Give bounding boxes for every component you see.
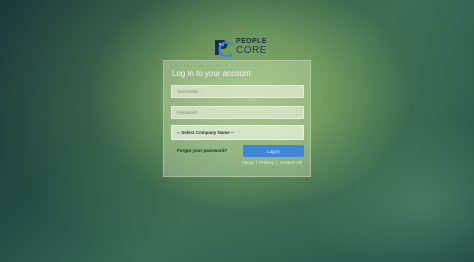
about-link[interactable]: About bbox=[242, 160, 254, 165]
privacy-link[interactable]: Privacy bbox=[259, 160, 274, 165]
people-core-logo-icon bbox=[213, 37, 233, 58]
login-page: PEOPLE CORE Log in to your account -- Se… bbox=[0, 0, 474, 262]
forgot-password-link[interactable]: Forgot your password? bbox=[177, 148, 227, 153]
brand-logo: PEOPLE CORE bbox=[213, 37, 269, 58]
brand-wordmark: PEOPLE CORE bbox=[236, 38, 267, 56]
contact-us-link[interactable]: Contact Us bbox=[280, 160, 302, 165]
company-select-value: -- Select Company Name -- bbox=[177, 130, 235, 135]
brand-line-1: PEOPLE bbox=[236, 38, 267, 45]
link-separator: | bbox=[255, 160, 257, 165]
brand-line-2: CORE bbox=[236, 45, 267, 56]
footer-links: About | Privacy | Contact Us bbox=[242, 160, 302, 165]
login-panel: Log in to your account -- Select Company… bbox=[163, 60, 311, 177]
login-button[interactable]: Log In bbox=[243, 145, 304, 157]
link-separator: | bbox=[276, 160, 278, 165]
username-input[interactable] bbox=[171, 85, 304, 98]
login-title: Log in to your account bbox=[172, 69, 251, 78]
company-select[interactable]: -- Select Company Name -- bbox=[171, 125, 304, 140]
password-input[interactable] bbox=[171, 106, 304, 119]
